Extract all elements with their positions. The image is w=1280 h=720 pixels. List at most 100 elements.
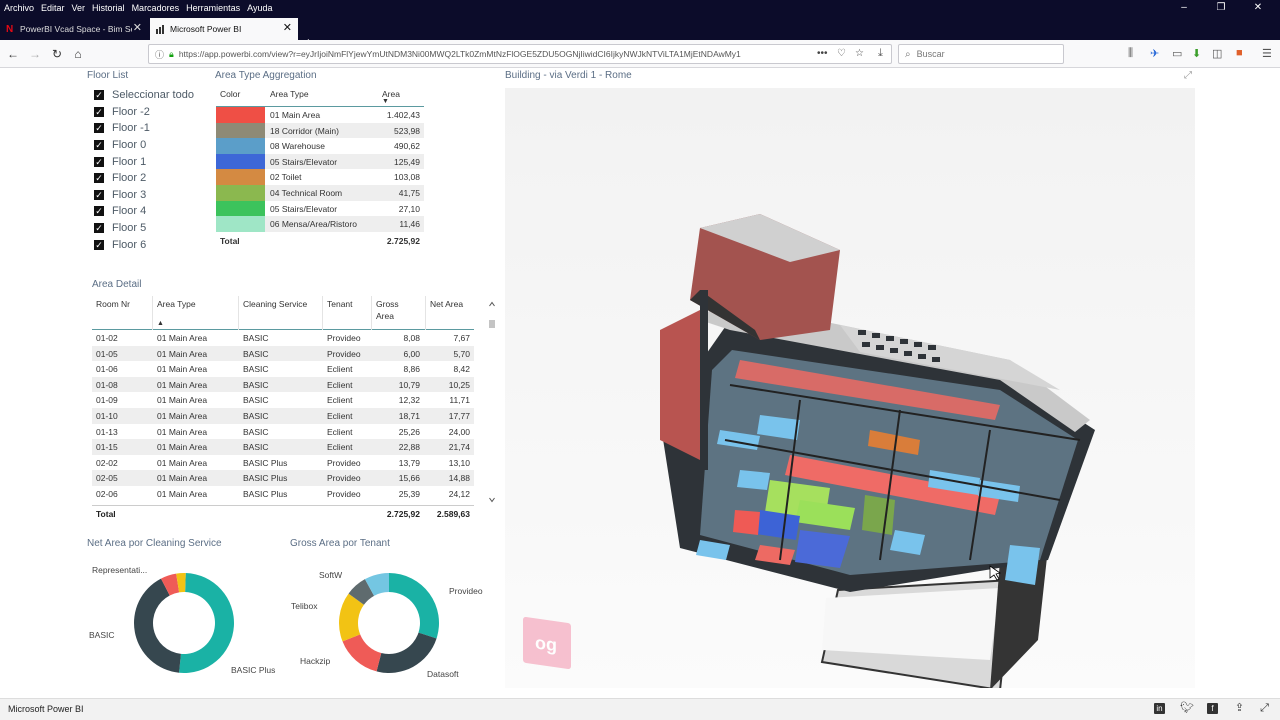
menu-ver[interactable]: Ver bbox=[72, 3, 86, 13]
column-header-color[interactable]: Color bbox=[220, 89, 240, 99]
library-icon[interactable]: ⫼ bbox=[1128, 47, 1133, 60]
reload-button[interactable]: ↻ bbox=[48, 45, 66, 63]
table-row[interactable]: 01-13 01 Main Area BASIC Eclient 25,26 24,00 bbox=[92, 424, 474, 440]
search-field[interactable]: ⌕ Buscar bbox=[898, 44, 1064, 64]
forward-button[interactable]: → bbox=[26, 45, 44, 63]
column-header-gross-area[interactable]: Gross Area bbox=[376, 298, 408, 322]
table-row[interactable]: 01-15 01 Main Area BASIC Eclient 22,88 21,74 bbox=[92, 439, 474, 455]
floor-list-item[interactable]: ✓ Floor 3 bbox=[92, 187, 194, 204]
menu-archivo[interactable]: Archivo bbox=[4, 3, 34, 13]
table-row[interactable]: 05 Stairs/Elevator 27,10 bbox=[216, 200, 424, 217]
tenant-cell: Eclient bbox=[327, 379, 353, 390]
page-actions-icon[interactable]: ••• bbox=[817, 48, 828, 59]
floor-list-item[interactable]: ✓ Seleccionar todo bbox=[92, 87, 194, 104]
share-icon[interactable]: ⇪ bbox=[1234, 703, 1245, 714]
table-row[interactable]: 02-06 01 Main Area BASIC Plus Provideo 25,39… bbox=[92, 486, 474, 502]
menu-ayuda[interactable]: Ayuda bbox=[247, 3, 272, 13]
color-swatch bbox=[216, 153, 265, 170]
linkedin-icon[interactable]: in bbox=[1154, 703, 1165, 714]
table-row[interactable]: 01-08 01 Main Area BASIC Eclient 10,79 10,25 bbox=[92, 376, 474, 393]
addon-icon[interactable]: ■ bbox=[1236, 47, 1243, 59]
download-helper-icon[interactable]: ⬇ bbox=[1192, 47, 1201, 60]
expand-visual-icon[interactable]: ⤢ bbox=[1184, 70, 1192, 81]
floor-list-item[interactable]: ✓ Floor 0 bbox=[92, 137, 194, 154]
donut-slice-datasoft[interactable] bbox=[376, 632, 437, 673]
table-row[interactable]: 02-05 01 Main Area BASIC Plus Provideo 15,66… bbox=[92, 470, 474, 486]
pocket-icon[interactable]: ♡ bbox=[837, 48, 846, 59]
table-row[interactable]: 01-09 01 Main Area BASIC Eclient 12,32 11,71 bbox=[92, 392, 474, 408]
table-row[interactable]: 01 Main Area 1.402,43 bbox=[216, 107, 424, 123]
gross-area-cell: 8,86 bbox=[403, 364, 420, 375]
table-row[interactable]: 05 Stairs/Elevator 125,49 bbox=[216, 153, 424, 170]
reader-icon[interactable]: ▭ bbox=[1172, 47, 1182, 60]
menu-marcadores[interactable]: Marcadores bbox=[132, 3, 180, 13]
table-row[interactable]: 06 Mensa/Area/Ristoro 11,46 bbox=[216, 216, 424, 232]
floor-list-item[interactable]: ✓ Floor -1 bbox=[92, 120, 194, 137]
checkbox-checked-icon[interactable]: ✓ bbox=[94, 189, 104, 200]
twitter-icon[interactable]: 🐦︎ bbox=[1180, 703, 1194, 714]
floor-list-item[interactable]: ✓ Floor 6 bbox=[92, 236, 194, 253]
floor-list-item[interactable]: ✓ Floor 4 bbox=[92, 203, 194, 220]
fullscreen-icon[interactable]: ⤢ bbox=[1259, 703, 1270, 714]
building-3d-viewer[interactable]: og bbox=[505, 88, 1195, 688]
checkbox-checked-icon[interactable]: ✓ bbox=[94, 239, 104, 250]
restore-button[interactable]: ❐ bbox=[1206, 0, 1236, 16]
checkbox-checked-icon[interactable]: ✓ bbox=[94, 90, 104, 101]
table-row[interactable]: 08 Warehouse 490,62 bbox=[216, 138, 424, 154]
back-button[interactable]: ← bbox=[4, 45, 22, 63]
download-icon[interactable]: ⤓ bbox=[878, 47, 883, 60]
column-header-area-type[interactable]: Area Type bbox=[270, 89, 309, 99]
sidebar-icon[interactable]: ◫ bbox=[1212, 47, 1222, 60]
url-text[interactable]: https://app.powerbi.com/view?r=eyJrIjoiN… bbox=[179, 49, 799, 59]
checkbox-checked-icon[interactable]: ✓ bbox=[94, 156, 104, 167]
floor-list-item[interactable]: ✓ Floor 5 bbox=[92, 220, 194, 237]
checkbox-checked-icon[interactable]: ✓ bbox=[94, 173, 104, 184]
address-bar[interactable]: ⓘ 🔒︎ https://app.powerbi.com/view?r=eyJr… bbox=[148, 44, 892, 64]
extension-icon[interactable]: ✈ bbox=[1150, 47, 1159, 60]
home-button[interactable]: ⌂ bbox=[69, 45, 87, 63]
search-placeholder: Buscar bbox=[916, 49, 945, 59]
floor-list-item[interactable]: ✓ Floor -2 bbox=[92, 104, 194, 121]
menu-herramientas[interactable]: Herramientas bbox=[186, 3, 240, 13]
floor-list-item[interactable]: ✓ Floor 1 bbox=[92, 153, 194, 170]
donut-slice-basic-plus[interactable] bbox=[179, 573, 234, 673]
table-row[interactable]: 01-02 01 Main Area BASIC Provideo 8,08 7,67 bbox=[92, 330, 474, 346]
bookmark-star-icon[interactable]: ☆ bbox=[855, 48, 864, 59]
area-value-cell: 11,46 bbox=[399, 219, 420, 230]
donut-slice-hackzip[interactable] bbox=[342, 634, 382, 672]
floor-list-item[interactable]: ✓ Floor 2 bbox=[92, 170, 194, 187]
facebook-icon[interactable]: f bbox=[1207, 703, 1218, 714]
room-nr-cell: 02-05 bbox=[96, 473, 118, 484]
column-header-room-nr[interactable]: Room Nr bbox=[96, 298, 130, 310]
checkbox-checked-icon[interactable]: ✓ bbox=[94, 140, 104, 151]
close-window-button[interactable]: ✕ bbox=[1243, 0, 1273, 16]
table-row[interactable]: 01-10 01 Main Area BASIC Eclient 18,71 17,77 bbox=[92, 407, 474, 424]
column-header-cleaning-service[interactable]: Cleaning Service bbox=[243, 298, 307, 310]
area-type-aggregation-title: Area Type Aggregation bbox=[215, 70, 317, 81]
tab-close-icon[interactable]: ✕ bbox=[283, 23, 292, 34]
checkbox-checked-icon[interactable]: ✓ bbox=[94, 223, 104, 234]
area-type-cell: 01 Main Area bbox=[157, 426, 208, 437]
column-header-net-area[interactable]: Net Area bbox=[430, 298, 463, 310]
table-row[interactable]: 02 Toilet 103,08 bbox=[216, 169, 424, 185]
checkbox-checked-icon[interactable]: ✓ bbox=[94, 123, 104, 134]
column-header-area-type[interactable]: Area Type bbox=[157, 298, 196, 310]
checkbox-checked-icon[interactable]: ✓ bbox=[94, 106, 104, 117]
info-icon[interactable]: ⓘ bbox=[155, 48, 164, 61]
menu-editar[interactable]: Editar bbox=[41, 3, 65, 13]
tab-vcad-space[interactable]: N PowerBI Vcad Space - Bim Serv ✕ bbox=[0, 18, 148, 40]
table-row[interactable]: 02-02 01 Main Area BASIC Plus Provideo 13,79… bbox=[92, 455, 474, 471]
table-row[interactable]: 18 Corridor (Main) 523,98 bbox=[216, 122, 424, 139]
checkbox-checked-icon[interactable]: ✓ bbox=[94, 206, 104, 217]
table-row[interactable]: 01-05 01 Main Area BASIC Provideo 6,00 5,70 bbox=[92, 345, 474, 362]
table-row[interactable]: 01-06 01 Main Area BASIC Eclient 8,86 8,42 bbox=[92, 361, 474, 377]
table-scrollbar[interactable] bbox=[488, 298, 496, 508]
minimize-button[interactable]: – bbox=[1169, 0, 1199, 16]
column-header-tenant[interactable]: Tenant bbox=[327, 298, 353, 310]
menu-historial[interactable]: Historial bbox=[92, 3, 125, 13]
tab-close-icon[interactable]: ✕ bbox=[133, 23, 142, 34]
donut-slice-provideo[interactable] bbox=[389, 573, 439, 639]
table-row[interactable]: 04 Technical Room 41,75 bbox=[216, 184, 424, 201]
hamburger-menu-icon[interactable]: ☰ bbox=[1262, 47, 1272, 60]
tab-power-bi[interactable]: Microsoft Power BI ✕ bbox=[150, 18, 298, 40]
